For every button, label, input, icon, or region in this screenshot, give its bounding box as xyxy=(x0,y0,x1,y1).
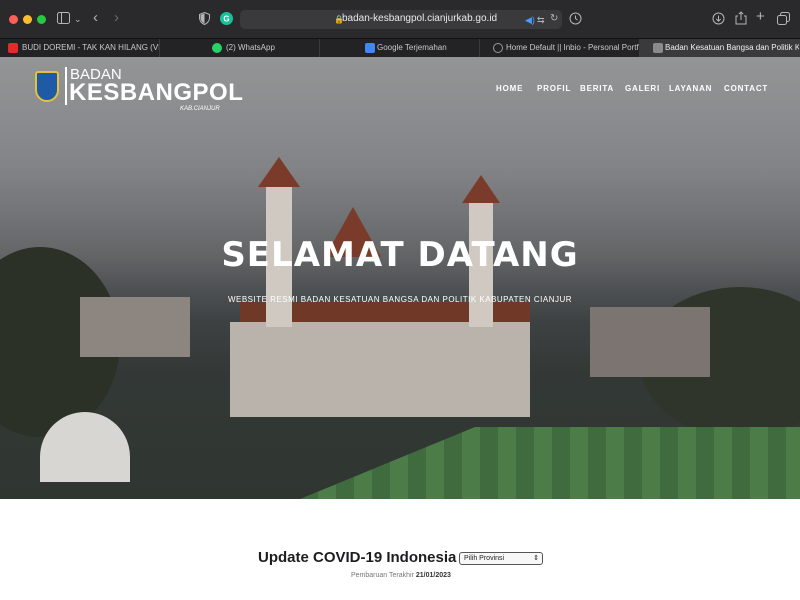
nav-home[interactable]: HOME xyxy=(496,84,523,93)
select-arrow-icon: ⇕ xyxy=(533,555,539,562)
tab-google-translate[interactable]: Google Terjemahan xyxy=(320,39,480,57)
privacy-shield-icon[interactable] xyxy=(199,11,210,28)
download-icon[interactable] xyxy=(712,12,725,28)
youtube-icon xyxy=(8,43,18,53)
covid-section-title: Update COVID-19 Indonesia xyxy=(258,549,457,566)
nav-contact[interactable]: CONTACT xyxy=(724,84,768,93)
web-page: BADAN KESBANGPOL KAB.CIANJUR HOME PROFIL… xyxy=(0,57,800,600)
svg-text:G: G xyxy=(223,15,229,24)
site-icon xyxy=(653,43,663,53)
new-tab-plus-icon[interactable]: + xyxy=(756,9,765,24)
province-select[interactable]: Pilih Provinsi ⇕ xyxy=(459,552,543,565)
kesbangpol-logo-emblem[interactable] xyxy=(35,71,59,102)
tab-overview-icon[interactable] xyxy=(777,12,790,28)
nav-galeri[interactable]: GALERI xyxy=(625,84,660,93)
logo-text-kesbangpol[interactable]: KESBANGPOL xyxy=(69,79,243,107)
history-clock-icon[interactable] xyxy=(569,12,582,28)
hero-subtitle: WEBSITE RESMI BADAN KESATUAN BANGSA DAN … xyxy=(227,295,573,304)
hero-scenery-building xyxy=(590,307,710,377)
last-updated-label: Pembaruan Terakhir xyxy=(351,572,414,579)
province-select-value: Pilih Provinsi xyxy=(464,555,505,562)
compass-icon xyxy=(493,43,503,53)
reload-icon[interactable]: ↻ xyxy=(550,12,558,26)
tab-kesbangpol[interactable]: Badan Kesatuan Bangsa dan Politik Ka... xyxy=(640,39,800,57)
tab-label: Badan Kesatuan Bangsa dan Politik Ka... xyxy=(665,43,800,52)
browser-window: ⌄ ‹ › G 🔒 badan-kesbangpol.cianjurkab.go… xyxy=(0,0,800,600)
tab-label: BUDI DOREMI - TAK KAN HILANG (VIDI... xyxy=(22,43,160,52)
tab-whatsapp[interactable]: (2) WhatsApp xyxy=(160,39,320,57)
hero-section: BADAN KESBANGPOL KAB.CIANJUR HOME PROFIL… xyxy=(0,57,800,499)
whatsapp-icon xyxy=(212,43,222,53)
tab-label: Home Default || Inbio - Personal Portfol… xyxy=(506,43,640,52)
maximize-window-button[interactable] xyxy=(37,15,46,24)
hero-scenery-field xyxy=(300,427,800,499)
hero-title: SELAMAT DATANG xyxy=(221,235,579,275)
tab-youtube[interactable]: BUDI DOREMI - TAK KAN HILANG (VIDI... xyxy=(0,39,160,57)
last-updated-date: 21/01/2023 xyxy=(415,572,451,579)
tab-label: (2) WhatsApp xyxy=(226,43,275,52)
back-arrow-icon[interactable]: ‹ xyxy=(93,10,98,25)
nav-berita[interactable]: BERITA xyxy=(580,84,614,93)
logo-divider xyxy=(65,67,67,105)
nav-layanan[interactable]: LAYANAN xyxy=(669,84,712,93)
url-text: badan-kesbangpol.cianjurkab.go.id xyxy=(342,13,498,24)
nav-profil[interactable]: PROFIL xyxy=(537,84,571,93)
tab-inbio[interactable]: Home Default || Inbio - Personal Portfol… xyxy=(480,39,640,57)
browser-toolbar: ⌄ ‹ › G 🔒 badan-kesbangpol.cianjurkab.go… xyxy=(0,0,800,38)
minimize-window-button[interactable] xyxy=(23,15,32,24)
audio-playing-icon[interactable]: ◀) xyxy=(525,13,535,27)
address-bar[interactable]: 🔒 badan-kesbangpol.cianjurkab.go.id ◀) ⇆… xyxy=(240,10,562,29)
tab-label: Google Terjemahan xyxy=(377,43,447,52)
translate-page-icon[interactable]: ⇆ xyxy=(537,13,545,27)
translate-icon xyxy=(365,43,375,53)
share-icon[interactable] xyxy=(735,11,747,28)
forward-arrow-icon[interactable]: › xyxy=(114,10,119,25)
close-window-button[interactable] xyxy=(9,15,18,24)
logo-text-region: KAB.CIANJUR xyxy=(180,106,220,112)
chevron-down-icon[interactable]: ⌄ xyxy=(74,12,82,26)
sidebar-toggle-icon[interactable] xyxy=(57,12,70,27)
tab-bar: BUDI DOREMI - TAK KAN HILANG (VIDI... (2… xyxy=(0,38,800,57)
last-updated: Pembaruan Terakhir 21/01/2023 xyxy=(351,572,451,579)
hero-mosque-body xyxy=(230,322,530,417)
hero-scenery-building xyxy=(80,297,190,357)
grammarly-icon[interactable]: G xyxy=(220,12,233,28)
